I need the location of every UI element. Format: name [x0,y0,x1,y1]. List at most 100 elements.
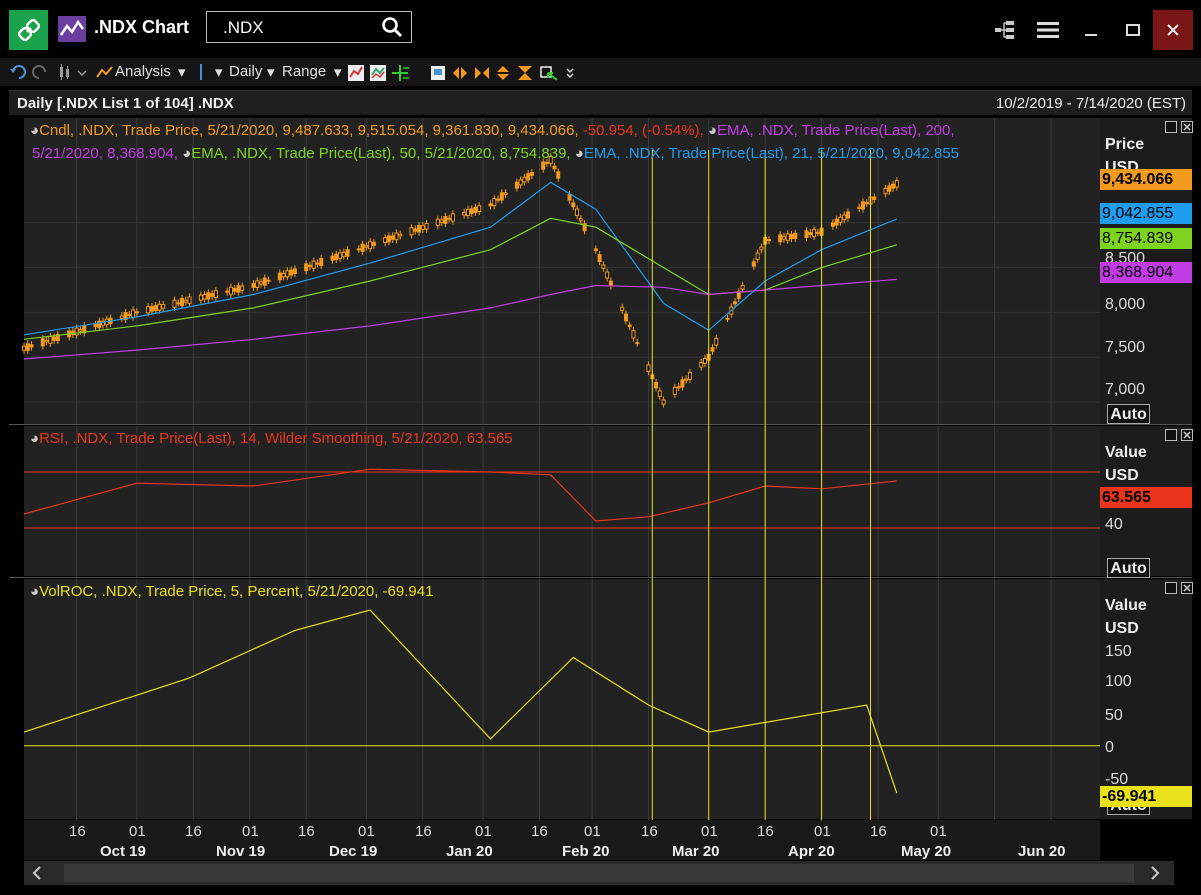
x-tick-label: 01 [701,823,718,840]
panel-close-icon[interactable] [1181,429,1193,441]
candle [225,290,230,293]
candle [714,337,719,346]
price-auto-button[interactable]: Auto [1107,404,1150,424]
candle [25,343,30,351]
candle [93,323,98,328]
x-tick-label: 16 [298,823,315,840]
cndl-legend[interactable]: ◕Cndl, .NDX, Trade Price, 5/21/2020, 9,4… [30,120,955,142]
candle [891,183,896,189]
candle [236,285,241,293]
candle [733,301,738,305]
candle [292,268,297,275]
close-price-badge: 9,434.066 [1100,169,1192,190]
candle [153,305,158,312]
scroll-right-icon[interactable] [1148,865,1162,886]
candle [386,235,391,243]
candle [394,232,399,241]
candle [830,222,835,227]
candle [409,227,414,236]
x-month-label: Feb 20 [562,843,610,860]
candle [503,192,508,196]
rsi-legend[interactable]: ◕RSI, .NDX, Trade Price(Last), 14, Wilde… [30,428,513,450]
scroll-thumb[interactable] [64,864,1134,882]
cndl-change: -50.954, (-0.54%), [582,122,704,139]
scroll-left-icon[interactable] [30,865,44,886]
candle [360,243,365,252]
candle [778,234,783,243]
candle [368,241,373,250]
candle [134,311,139,314]
rsi-axis-title: Value [1105,444,1147,461]
ema200-legend[interactable]: EMA, .NDX, Trade Price(Last), 200, [717,122,955,139]
candle [281,272,286,278]
candle [447,217,452,220]
candle [97,320,102,329]
candle [672,386,677,395]
horizontal-scrollbar[interactable] [24,861,1174,885]
candle [187,296,192,305]
candle [341,251,346,257]
candle [631,330,636,339]
candle [149,306,154,312]
candle [571,202,576,208]
panel-close-icon[interactable] [1181,582,1193,594]
candle [371,241,376,246]
volroc-axis-unit: USD [1105,620,1139,637]
volroc-value-badge: -69.941 [1100,786,1192,807]
candle [473,206,478,213]
candle [887,185,892,192]
candle [424,222,429,230]
candle [435,218,440,227]
candle [48,336,53,344]
candle [864,202,869,205]
x-tick-label: 01 [584,823,601,840]
x-month-label: Nov 19 [216,843,266,860]
candle [793,232,798,239]
candle [413,228,418,232]
volroc-tick: 0 [1105,739,1114,756]
candle [526,173,531,181]
price-tick: 7,500 [1105,339,1146,356]
candle [52,336,57,341]
candle [857,206,862,209]
candle [304,263,309,272]
candle [804,230,809,238]
candle [443,215,448,224]
candle [529,172,534,176]
candle [522,176,527,183]
ema50-legend[interactable]: EMA, .NDX, Trade Price(Last), 50, 5/21/2… [191,145,570,162]
candle [477,205,482,212]
candle [499,192,504,201]
candle [157,303,162,311]
candle [311,260,316,269]
volroc-legend[interactable]: ◕VolROC, .NDX, Trade Price, 5, Percent, … [30,581,433,603]
candle [307,264,312,268]
panel-restore-icon[interactable] [1165,582,1177,594]
candle [646,364,651,372]
candle [119,315,124,319]
candle [488,203,493,207]
candle [556,171,561,179]
candle [661,399,666,405]
ema50-badge: 8,754.839 [1100,228,1192,249]
volroc-axis-title: Value [1105,597,1147,614]
ema200-legend-cont[interactable]: 5/21/2020, 8,368.904, [32,145,178,162]
x-tick-label: 16 [641,823,658,840]
candle [44,339,49,343]
candle [575,208,580,217]
candle [725,317,730,320]
panel-restore-icon[interactable] [1165,429,1177,441]
x-month-label: Jun 20 [1018,843,1066,860]
candle [213,290,218,299]
x-tick-label: 16 [757,823,774,840]
rsi-auto-button[interactable]: Auto [1107,558,1150,578]
candle [815,231,820,234]
legend-icon: ◕ [30,583,40,600]
x-tick-label: 01 [129,823,146,840]
candle [398,233,403,237]
ema21-legend[interactable]: EMA, .NDX, Trade Price(Last), 21, 5/21/2… [584,145,959,162]
candle [334,253,339,261]
rsi-axis-unit: USD [1105,467,1139,484]
panel-close-icon[interactable] [1181,121,1193,133]
panel-restore-icon[interactable] [1165,121,1177,133]
